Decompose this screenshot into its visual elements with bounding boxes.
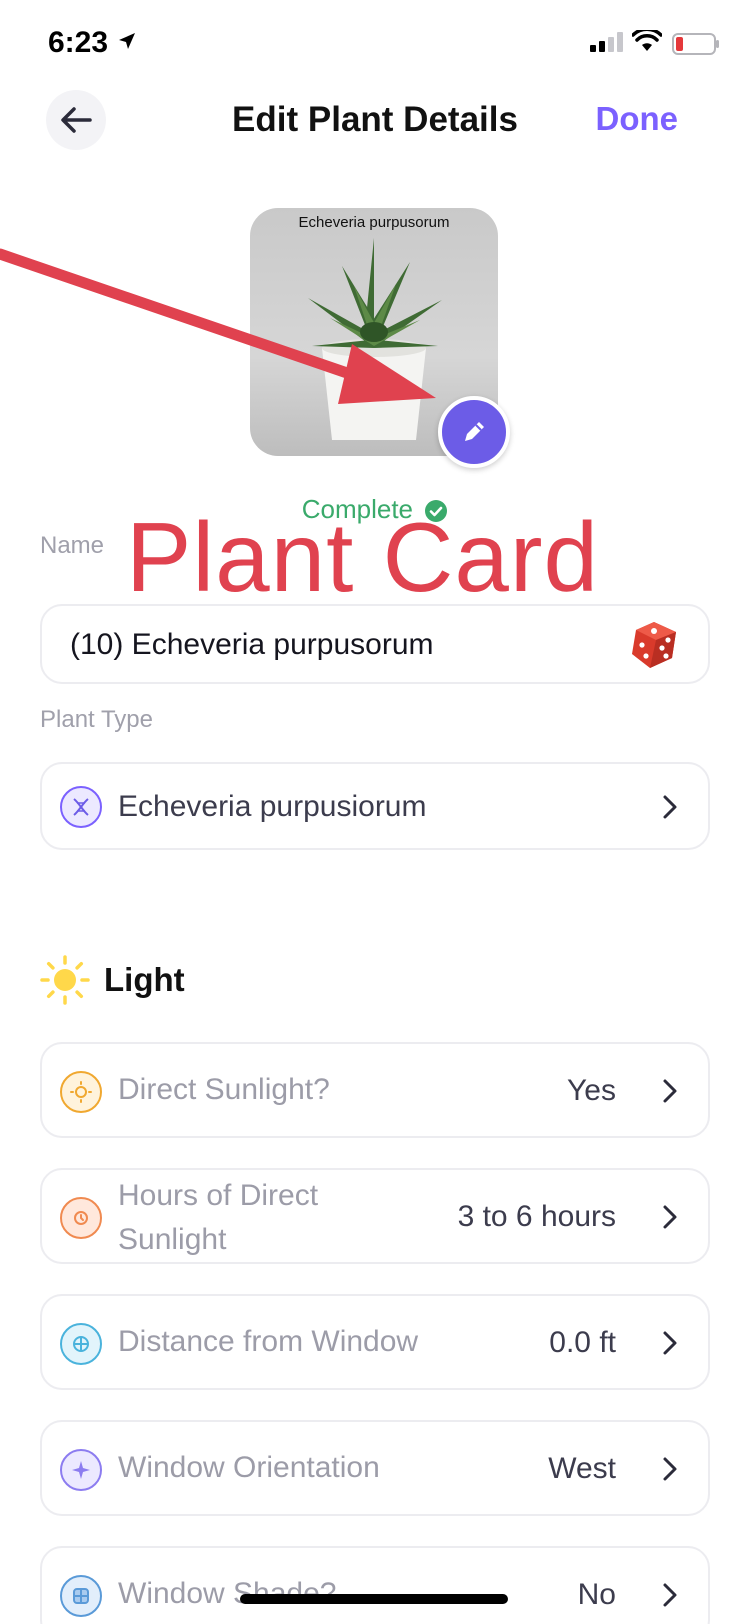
plant-type-selector[interactable]: Echeveria purpusiorum [40, 762, 710, 850]
sun-icon [40, 955, 90, 1005]
done-button[interactable]: Done [596, 100, 679, 138]
hours-direct-sunlight-row[interactable]: Hours of Direct Sunlight 3 to 6 hours [40, 1168, 710, 1264]
sun-circle-icon [60, 1071, 102, 1113]
distance-from-window-value: 0.0 ft [549, 1326, 616, 1359]
battery-icon [672, 33, 719, 55]
chevron-right-icon [663, 1457, 677, 1481]
location-arrow-icon [119, 33, 135, 49]
hours-direct-sunlight-label-line1: Hours of Direct [118, 1179, 319, 1212]
direct-sunlight-row[interactable]: Direct Sunlight? Yes [40, 1042, 710, 1138]
edit-photo-button[interactable] [438, 396, 510, 468]
status-bar: 6:23 [0, 0, 750, 90]
chevron-right-icon [663, 1583, 677, 1607]
name-label: Name [40, 532, 105, 559]
plant-type-value: Echeveria purpusiorum [118, 790, 427, 823]
chevron-right-icon [663, 1079, 677, 1103]
hours-direct-sunlight-label-line2: Sunlight [118, 1223, 227, 1256]
cellular-signal-icon [590, 32, 623, 52]
sun-clock-icon [60, 1197, 102, 1239]
window-orientation-row[interactable]: Window Orientation West [40, 1420, 710, 1516]
dna-icon [60, 786, 102, 828]
plant-type-label: Plant Type [40, 706, 153, 733]
window-shade-value: No [577, 1578, 616, 1611]
window-shade-icon [60, 1575, 102, 1617]
dice-icon[interactable] [628, 620, 680, 670]
wifi-icon [632, 30, 662, 51]
name-input[interactable]: (10) Echeveria purpusorum [40, 604, 710, 684]
window-shade-row[interactable]: Window Shade? No [40, 1546, 710, 1624]
light-section-title: Light [104, 961, 185, 998]
hours-direct-sunlight-value: 3 to 6 hours [457, 1200, 616, 1233]
window-icon [60, 1323, 102, 1365]
chevron-right-icon [663, 795, 677, 819]
compass-icon [60, 1449, 102, 1491]
window-orientation-value: West [548, 1452, 616, 1485]
direct-sunlight-value: Yes [567, 1074, 616, 1107]
light-section-header: Light [40, 955, 185, 1005]
direct-sunlight-label: Direct Sunlight? [118, 1073, 330, 1106]
pencil-icon [465, 422, 484, 441]
status-time: 6:23 [48, 26, 109, 59]
chevron-right-icon [663, 1331, 677, 1355]
home-indicator[interactable] [240, 1594, 508, 1604]
annotation-overlay-text: Plant Card [126, 502, 600, 612]
chevron-right-icon [663, 1205, 677, 1229]
name-value: (10) Echeveria purpusorum [70, 628, 434, 661]
window-orientation-label: Window Orientation [118, 1451, 380, 1484]
distance-from-window-label: Distance from Window [118, 1325, 419, 1358]
distance-from-window-row[interactable]: Distance from Window 0.0 ft [40, 1294, 710, 1390]
